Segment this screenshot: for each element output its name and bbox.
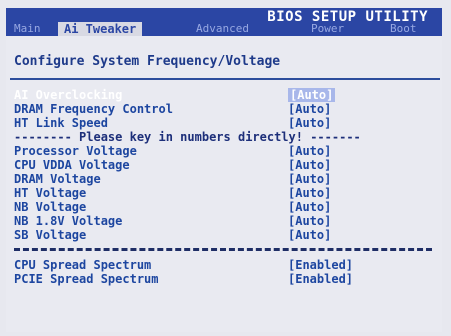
menu-tabs: Main Ai Tweaker Advanced Power Boot [6,22,442,36]
setting-nb-voltage[interactable]: NB Voltage [Auto] [6,200,442,214]
setting-label: NB Voltage [14,200,87,214]
tab-power[interactable]: Power [311,22,344,36]
setting-cpu-vdda-voltage[interactable]: CPU VDDA Voltage [Auto] [6,158,442,172]
setting-label: SB Voltage [14,228,87,242]
setting-label: CPU VDDA Voltage [14,158,130,172]
setting-label: HT Voltage [14,186,87,200]
setting-dram-voltage[interactable]: DRAM Voltage [Auto] [6,172,442,186]
setting-label: CPU Spread Spectrum [14,258,152,272]
manual-entry-notice: -------- Please key in numbers directly!… [14,130,361,144]
setting-value[interactable]: [Auto] [288,88,336,102]
tab-main[interactable]: Main [14,22,41,36]
setting-label: PCIE Spread Spectrum [14,272,159,286]
setting-value[interactable]: [Auto] [288,186,331,200]
setting-label: Processor Voltage [14,144,137,158]
setting-label: DRAM Voltage [14,172,101,186]
setting-dram-frequency-control[interactable]: DRAM Frequency Control [Auto] [6,102,442,116]
setting-value[interactable]: [Enabled] [288,272,353,286]
setting-value[interactable]: [Auto] [288,228,331,242]
setting-label: DRAM Frequency Control [14,102,173,116]
setting-processor-voltage[interactable]: Processor Voltage [Auto] [6,144,442,158]
tab-boot[interactable]: Boot [390,22,417,36]
setting-pcie-spread-spectrum[interactable]: PCIE Spread Spectrum [Enabled] [6,272,442,286]
panel-title: Configure System Frequency/Voltage [14,54,281,69]
setting-value[interactable]: [Enabled] [288,258,353,272]
setting-value[interactable]: [Auto] [288,158,331,172]
bios-screen: BIOS SETUP UTILITY Main Ai Tweaker Advan… [0,0,451,336]
setting-nb-1-8v-voltage[interactable]: NB 1.8V Voltage [Auto] [6,214,442,228]
tab-advanced[interactable]: Advanced [196,22,249,36]
title-divider [10,78,440,80]
settings-panel: Configure System Frequency/Voltage AI Ov… [6,36,442,332]
section-divider [14,248,432,251]
setting-ht-voltage[interactable]: HT Voltage [Auto] [6,186,442,200]
setting-label: NB 1.8V Voltage [14,214,123,228]
setting-label: HT Link Speed [14,116,108,130]
setting-value[interactable]: [Auto] [288,200,331,214]
setting-cpu-spread-spectrum[interactable]: CPU Spread Spectrum [Enabled] [6,258,442,272]
top-bar: BIOS SETUP UTILITY Main Ai Tweaker Advan… [6,8,442,36]
setting-sb-voltage[interactable]: SB Voltage [Auto] [6,228,442,242]
tab-ai-tweaker[interactable]: Ai Tweaker [58,22,143,36]
setting-value[interactable]: [Auto] [288,214,331,228]
setting-label: AI Overclocking [14,88,123,102]
setting-value[interactable]: [Auto] [288,102,331,116]
setting-ht-link-speed[interactable]: HT Link Speed [Auto] [6,116,442,130]
setting-ai-overclocking[interactable]: AI Overclocking [Auto] [6,88,442,102]
setting-value[interactable]: [Auto] [288,144,331,158]
setting-value[interactable]: [Auto] [288,172,331,186]
setting-value[interactable]: [Auto] [288,116,331,130]
